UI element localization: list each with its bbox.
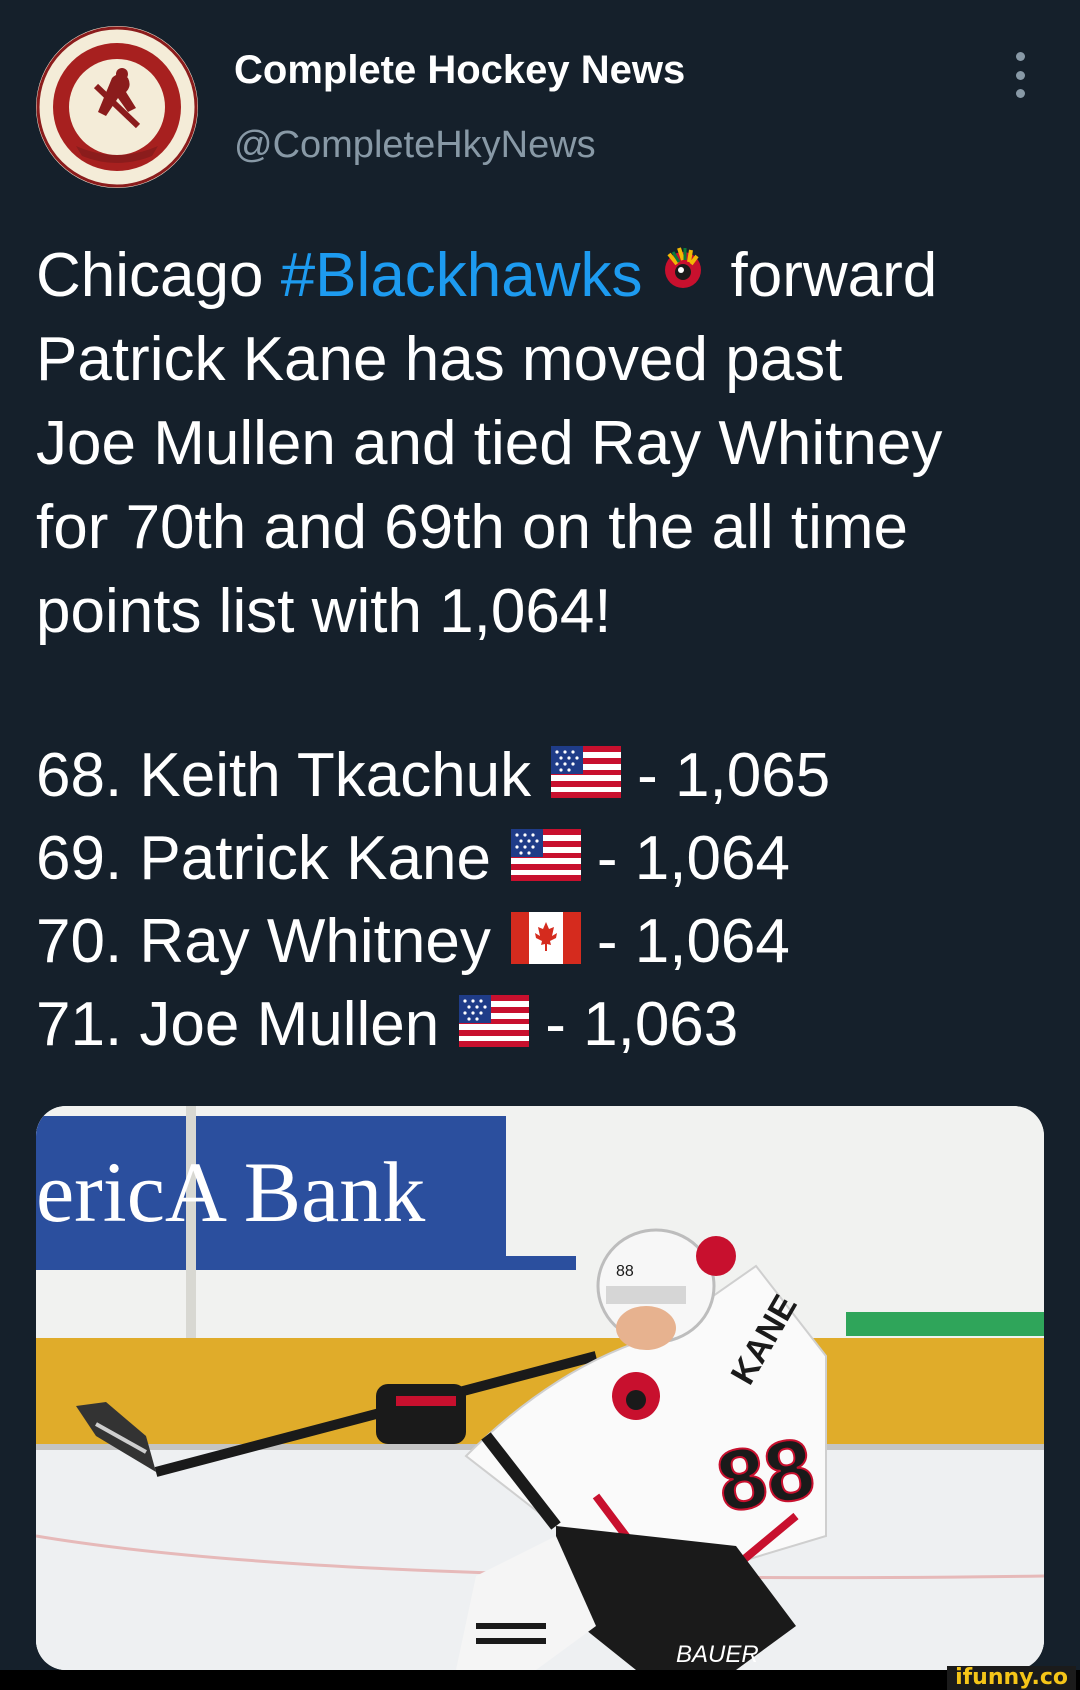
ad-banner-text: ericA Bank bbox=[36, 1144, 425, 1240]
ifunny-watermark: ifunny.co bbox=[947, 1666, 1076, 1690]
ranking-player: 69. Patrick Kane bbox=[36, 824, 491, 893]
tweet-line-5: points list with 1,064! bbox=[36, 577, 612, 646]
tweet-line-3: Joe Mullen and tied Ray Whitney bbox=[36, 409, 943, 478]
ranking-row: 69. Patrick Kane - 1,064 bbox=[36, 817, 1046, 900]
helmet-number: 88 bbox=[616, 1263, 634, 1280]
ranking-points: - 1,064 bbox=[596, 907, 790, 976]
hashtag-link[interactable]: #Blackhawks bbox=[281, 241, 643, 310]
tweet-body: Chicago #Blackhawks forward Patrick Kane… bbox=[36, 234, 1046, 654]
hockey-player-photo: ericA Bank 88 KANE 88 BAUER bbox=[36, 1106, 1044, 1670]
ranking-player: 71. Joe Mullen bbox=[36, 990, 440, 1059]
us-flag-icon bbox=[551, 736, 622, 819]
us-flag-icon bbox=[459, 985, 530, 1068]
tweet-text-segment: forward bbox=[730, 241, 938, 310]
handle[interactable]: @CompleteHkyNews bbox=[234, 124, 596, 167]
display-name[interactable]: Complete Hockey News bbox=[234, 48, 685, 93]
tweet-line-1: Chicago #Blackhawks forward bbox=[36, 234, 1046, 318]
pants-brand: BAUER bbox=[676, 1641, 759, 1668]
ranking-player: 68. Keith Tkachuk bbox=[36, 741, 532, 810]
us-flag-icon bbox=[510, 819, 581, 902]
ranking-row: 70. Ray Whitney - 1,064 bbox=[36, 900, 1046, 983]
ranking-player: 70. Ray Whitney bbox=[36, 907, 491, 976]
ranking-row: 68. Keith Tkachuk - 1,065 bbox=[36, 734, 1046, 817]
ranking-points: - 1,065 bbox=[637, 741, 831, 810]
avatar[interactable] bbox=[36, 26, 198, 188]
tweet-media-photo[interactable]: ericA Bank 88 KANE 88 BAUER bbox=[36, 1106, 1044, 1670]
ranking-row: 71. Joe Mullen - 1,063 bbox=[36, 983, 1046, 1066]
ranking-points: - 1,063 bbox=[545, 990, 739, 1059]
ranking-points: - 1,064 bbox=[596, 824, 790, 893]
bottom-bar bbox=[0, 1670, 1080, 1690]
more-vertical-icon[interactable] bbox=[1008, 52, 1032, 98]
canada-flag-icon bbox=[510, 902, 581, 985]
tweet-line-2: Patrick Kane has moved past bbox=[36, 325, 843, 394]
tweet-text-segment: Chicago bbox=[36, 241, 281, 310]
jersey-number: 88 bbox=[710, 1420, 821, 1531]
complete-hockey-news-logo bbox=[36, 26, 198, 188]
tweet-header: Complete Hockey News @CompleteHkyNews bbox=[0, 0, 1080, 200]
blackhawks-logo-icon bbox=[657, 232, 709, 316]
points-ranking-list: 68. Keith Tkachuk - 1,065 69. Patrick Ka… bbox=[36, 734, 1046, 1066]
tweet-line-4: for 70th and 69th on the all time bbox=[36, 493, 909, 562]
